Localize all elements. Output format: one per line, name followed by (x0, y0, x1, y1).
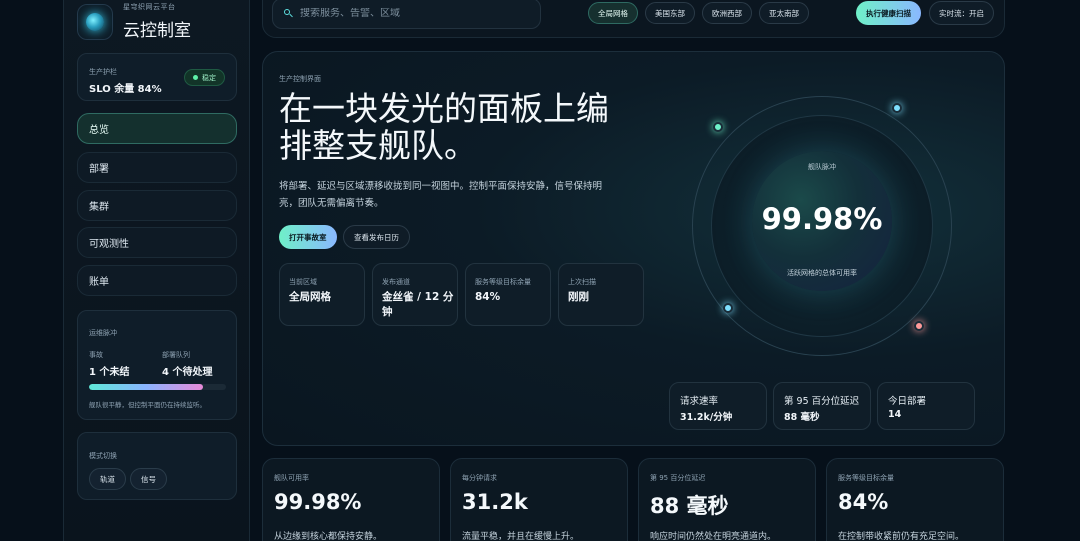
sidebar-item-deployments[interactable]: 部署 (77, 152, 237, 183)
incidents-value: 1 个未结 (89, 367, 130, 378)
kpi-card-slo-budget: 服务等级目标余量 84% 在控制带收紧前仍有充足空间。 (826, 458, 1004, 541)
sidebar-item-billing[interactable]: 账单 (77, 265, 237, 296)
kpi-card-uptime: 舰队可用率 99.98% 从边缘到核心都保持安静。 (262, 458, 440, 541)
sidebar-item-overview[interactable]: 总览 (77, 113, 237, 144)
info-card-value: 金丝雀 / 12 分钟 (382, 291, 454, 318)
fleet-pulse-gauge: 舰队脉冲 99.98% 活跃网格的总体可用率 (692, 96, 952, 356)
gauge-node-icon (713, 122, 723, 132)
sidebar-item-label: 账单 (89, 277, 109, 288)
release-calendar-button[interactable]: 查看发布日历 (343, 225, 410, 249)
info-card-value: 刚刚 (568, 291, 589, 303)
search-box[interactable] (272, 0, 541, 29)
info-card-value: 全局网格 (289, 291, 331, 303)
gauge-node-icon (892, 103, 902, 113)
kpi-card-latency: 第 95 百分位延迟 88 毫秒 响应时间仍然处在明亮通道内。 (638, 458, 816, 541)
info-card-label: 发布通道 (382, 278, 410, 286)
region-tab-ap-south[interactable]: 亚太南部 (759, 2, 809, 24)
stat-p95-latency: 第 95 百分位延迟 88 毫秒 (773, 382, 871, 430)
stat-label: 第 95 百分位延迟 (784, 396, 860, 407)
info-card-region: 当前区域 全局网格 (279, 263, 365, 326)
open-incident-room-button[interactable]: 打开事故室 (279, 225, 337, 249)
slo-label: 生产护栏 (89, 68, 117, 76)
region-tab-global[interactable]: 全局网格 (588, 2, 638, 24)
kpi-value: 88 毫秒 (650, 494, 729, 518)
incidents-label: 事故 (89, 351, 103, 359)
ops-pulse-note: 舰队很平静，但控制平面仍在持续监听。 (89, 401, 206, 409)
hero-tag: 生产控制界面 (279, 75, 321, 83)
info-card-label: 服务等级目标余量 (475, 278, 531, 286)
kpi-note: 流量平稳，并且在缓慢上升。 (462, 532, 580, 541)
stat-request-rate: 请求速率 31.2k/分钟 (669, 382, 767, 430)
info-card-label: 上次扫描 (568, 278, 596, 286)
kpi-value: 99.98% (274, 490, 362, 514)
mode-chip-signal[interactable]: 信号 (130, 468, 167, 490)
brand-title: 云控制室 (123, 21, 191, 41)
mode-chip-orbit[interactable]: 轨道 (89, 468, 126, 490)
kpi-value: 84% (838, 490, 889, 514)
sidebar-item-observability[interactable]: 可观测性 (77, 227, 237, 258)
mode-switch-card: 模式切换 轨道 信号 (77, 432, 237, 500)
kpi-value: 31.2k (462, 490, 528, 514)
kpi-card-requests: 每分钟请求 31.2k 流量平稳，并且在缓慢上升。 (450, 458, 628, 541)
stat-value: 31.2k/分钟 (680, 412, 733, 423)
ops-pulse-title: 运维脉冲 (89, 329, 117, 337)
sidebar-item-clusters[interactable]: 集群 (77, 190, 237, 221)
stat-value: 14 (888, 409, 902, 420)
gauge-node-icon (723, 303, 733, 313)
info-card-slo-budget: 服务等级目标余量 84% (465, 263, 551, 326)
brand-subtitle: 星穹织网云平台 (123, 3, 176, 11)
search-icon (284, 8, 294, 19)
status-badge-label: 稳定 (202, 73, 216, 82)
deploy-queue-label: 部署队列 (162, 351, 190, 359)
ops-progress-fill (89, 384, 203, 390)
kpi-label: 每分钟请求 (462, 474, 497, 482)
status-dot-icon (193, 75, 198, 80)
info-card-value: 84% (475, 291, 501, 303)
sidebar-item-label: 可观测性 (89, 239, 129, 250)
hero-title: 在一块发光的面板上编排整支舰队。 (279, 89, 609, 165)
stat-value: 88 毫秒 (784, 412, 820, 423)
gauge-value: 99.98% (761, 202, 883, 236)
kpi-label: 舰队可用率 (274, 474, 309, 482)
slo-card: 生产护栏 SLO 余量 84% 稳定 (77, 53, 237, 101)
mode-switch-title: 模式切换 (89, 452, 117, 460)
gauge-label: 舰队脉冲 (808, 163, 836, 171)
sidebar-item-label: 总览 (89, 125, 109, 136)
kpi-label: 服务等级目标余量 (838, 474, 894, 482)
live-stream-toggle[interactable]: 实时流：开启 (929, 1, 994, 25)
deploy-queue-value: 4 个待处理 (162, 367, 213, 378)
status-badge: 稳定 (184, 69, 225, 86)
ops-progress-bar (89, 384, 226, 390)
kpi-note: 从边缘到核心都保持安静。 (274, 532, 383, 541)
stat-label: 请求速率 (680, 396, 719, 407)
sidebar-item-label: 集群 (89, 202, 109, 213)
ops-pulse-card: 运维脉冲 事故 1 个未结 部署队列 4 个待处理 舰队很平静，但控制平面仍在持… (77, 310, 237, 420)
region-tab-us-east[interactable]: 美国东部 (645, 2, 695, 24)
kpi-label: 第 95 百分位延迟 (650, 474, 706, 482)
health-scan-button[interactable]: 执行健康扫描 (856, 1, 921, 25)
stat-label: 今日部署 (888, 396, 927, 407)
brand-logo-icon (77, 3, 113, 40)
slo-value: SLO 余量 84% (89, 84, 162, 95)
stat-deploys-today: 今日部署 14 (877, 382, 975, 430)
info-card-last-scan: 上次扫描 刚刚 (558, 263, 644, 326)
sidebar-item-label: 部署 (89, 164, 109, 175)
info-card-label: 当前区域 (289, 278, 317, 286)
info-card-release-channel: 发布通道 金丝雀 / 12 分钟 (372, 263, 458, 326)
kpi-note: 响应时间仍然处在明亮通道内。 (650, 532, 777, 541)
gauge-caption: 活跃网格的总体可用率 (787, 269, 857, 277)
gauge-node-icon (914, 321, 924, 331)
brand[interactable]: 星穹织网云平台 云控制室 (77, 2, 191, 41)
region-tab-eu-west[interactable]: 欧洲西部 (702, 2, 752, 24)
kpi-note: 在控制带收紧前仍有充足空间。 (838, 532, 965, 541)
search-input[interactable] (300, 8, 530, 19)
hero-description: 将部署、延迟与区域漂移收拢到同一视图中。控制平面保持安静，信号保持明亮，团队无需… (279, 181, 603, 209)
